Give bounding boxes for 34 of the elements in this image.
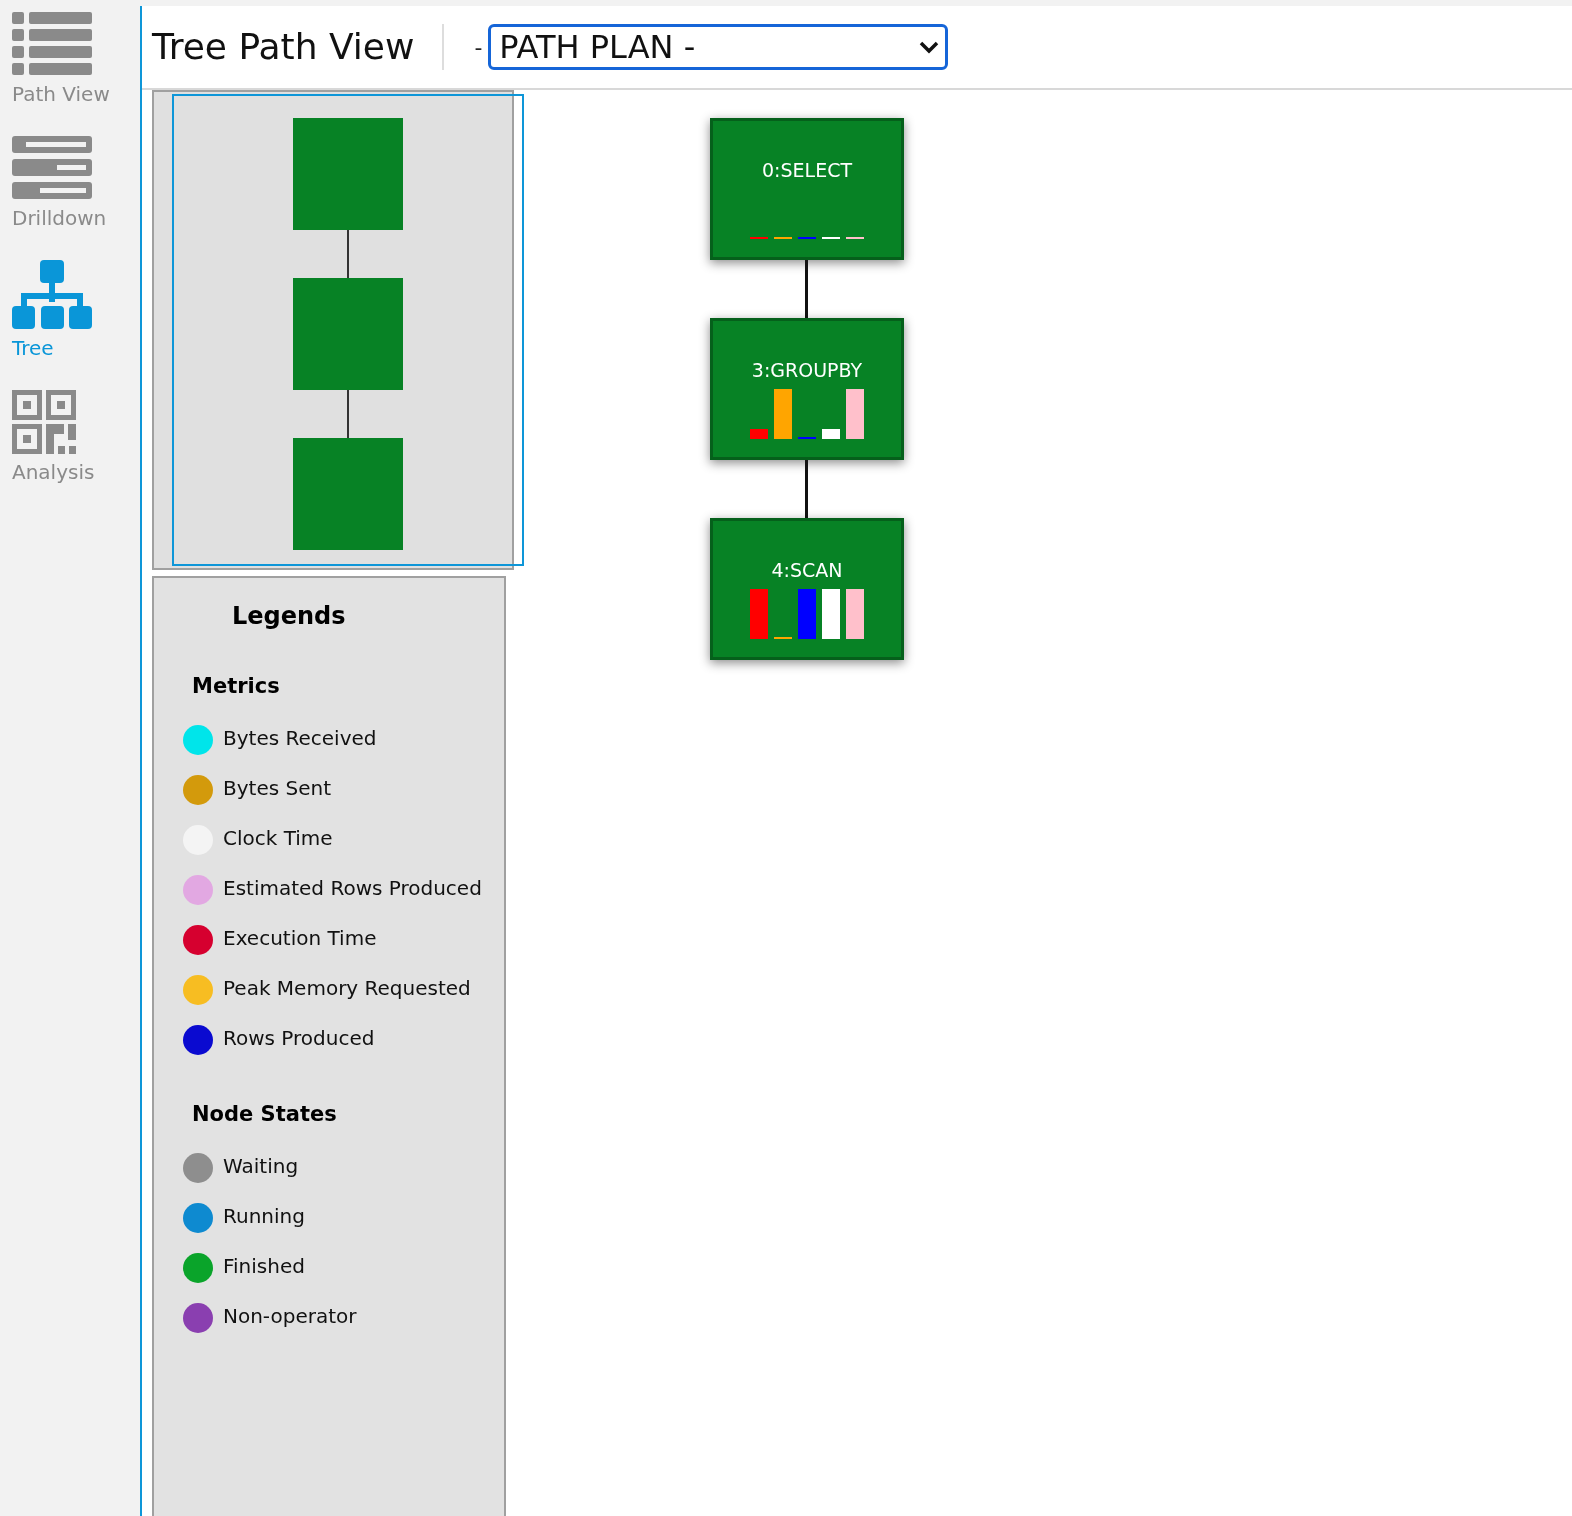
legend-label: Bytes Received <box>223 726 377 750</box>
list-icon <box>12 12 92 76</box>
legend-label: Bytes Sent <box>223 776 331 800</box>
chevron-down-icon <box>919 40 940 54</box>
operator-node[interactable]: 4:SCAN <box>710 518 904 660</box>
plan-prefix: - <box>474 34 483 60</box>
drilldown-icon <box>12 136 92 200</box>
legend-label: Clock Time <box>223 826 333 850</box>
tree-icon <box>12 260 92 330</box>
legend-heading: Node States <box>192 1102 338 1126</box>
plan-select[interactable]: PATH PLAN - <box>488 24 949 70</box>
legend-label: Finished <box>223 1254 305 1278</box>
legend-label: Waiting <box>223 1154 299 1178</box>
sidebar-item[interactable]: Drilldown <box>12 136 140 230</box>
legend-label: Non-operator <box>223 1304 357 1328</box>
operator-node[interactable]: 0:SELECT <box>710 118 904 260</box>
tree-connector <box>805 460 808 518</box>
legend-label: Running <box>223 1204 305 1228</box>
legend-label: Rows Produced <box>223 1026 375 1050</box>
sidebar-item[interactable]: Analysis <box>12 390 140 484</box>
qr-code-icon <box>12 390 76 454</box>
legend-label: Execution Time <box>223 926 377 950</box>
legend-label: Estimated Rows Produced <box>223 876 482 900</box>
legend-title: Legends <box>232 602 347 630</box>
sidebar-item[interactable]: Tree <box>12 260 140 360</box>
legend-heading: Metrics <box>192 674 281 698</box>
node-label: 0:SELECT <box>762 159 852 181</box>
sidebar-item[interactable]: Path View <box>12 12 140 106</box>
tree-connector <box>805 260 808 318</box>
page-title: Tree Path View <box>152 24 445 70</box>
legend-label: Peak Memory Requested <box>223 976 471 1000</box>
node-label: 4:SCAN <box>771 559 843 581</box>
operator-node[interactable]: 3:GROUPBY <box>710 318 904 460</box>
node-label: 3:GROUPBY <box>751 359 863 381</box>
